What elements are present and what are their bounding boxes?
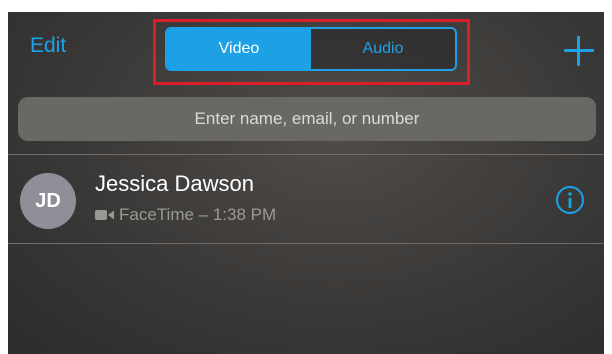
avatar: JD — [20, 173, 76, 229]
call-detail-text: FaceTime – 1:38 PM — [119, 205, 277, 224]
contact-name: Jessica Dawson — [95, 171, 254, 196]
recent-call-row[interactable]: JD Jessica Dawson FaceTime – 1:38 PM — [8, 155, 604, 243]
highlight-box — [153, 19, 470, 85]
edit-button[interactable]: Edit — [30, 34, 66, 58]
divider — [8, 243, 604, 244]
facetime-screen: Edit Video Audio Enter name, email, or n… — [8, 12, 604, 354]
search-field[interactable]: Enter name, email, or number — [18, 97, 596, 141]
call-detail: FaceTime – 1:38 PM — [95, 205, 276, 225]
info-icon[interactable] — [555, 185, 585, 215]
plus-icon[interactable] — [564, 36, 594, 66]
video-camera-icon — [95, 210, 114, 220]
